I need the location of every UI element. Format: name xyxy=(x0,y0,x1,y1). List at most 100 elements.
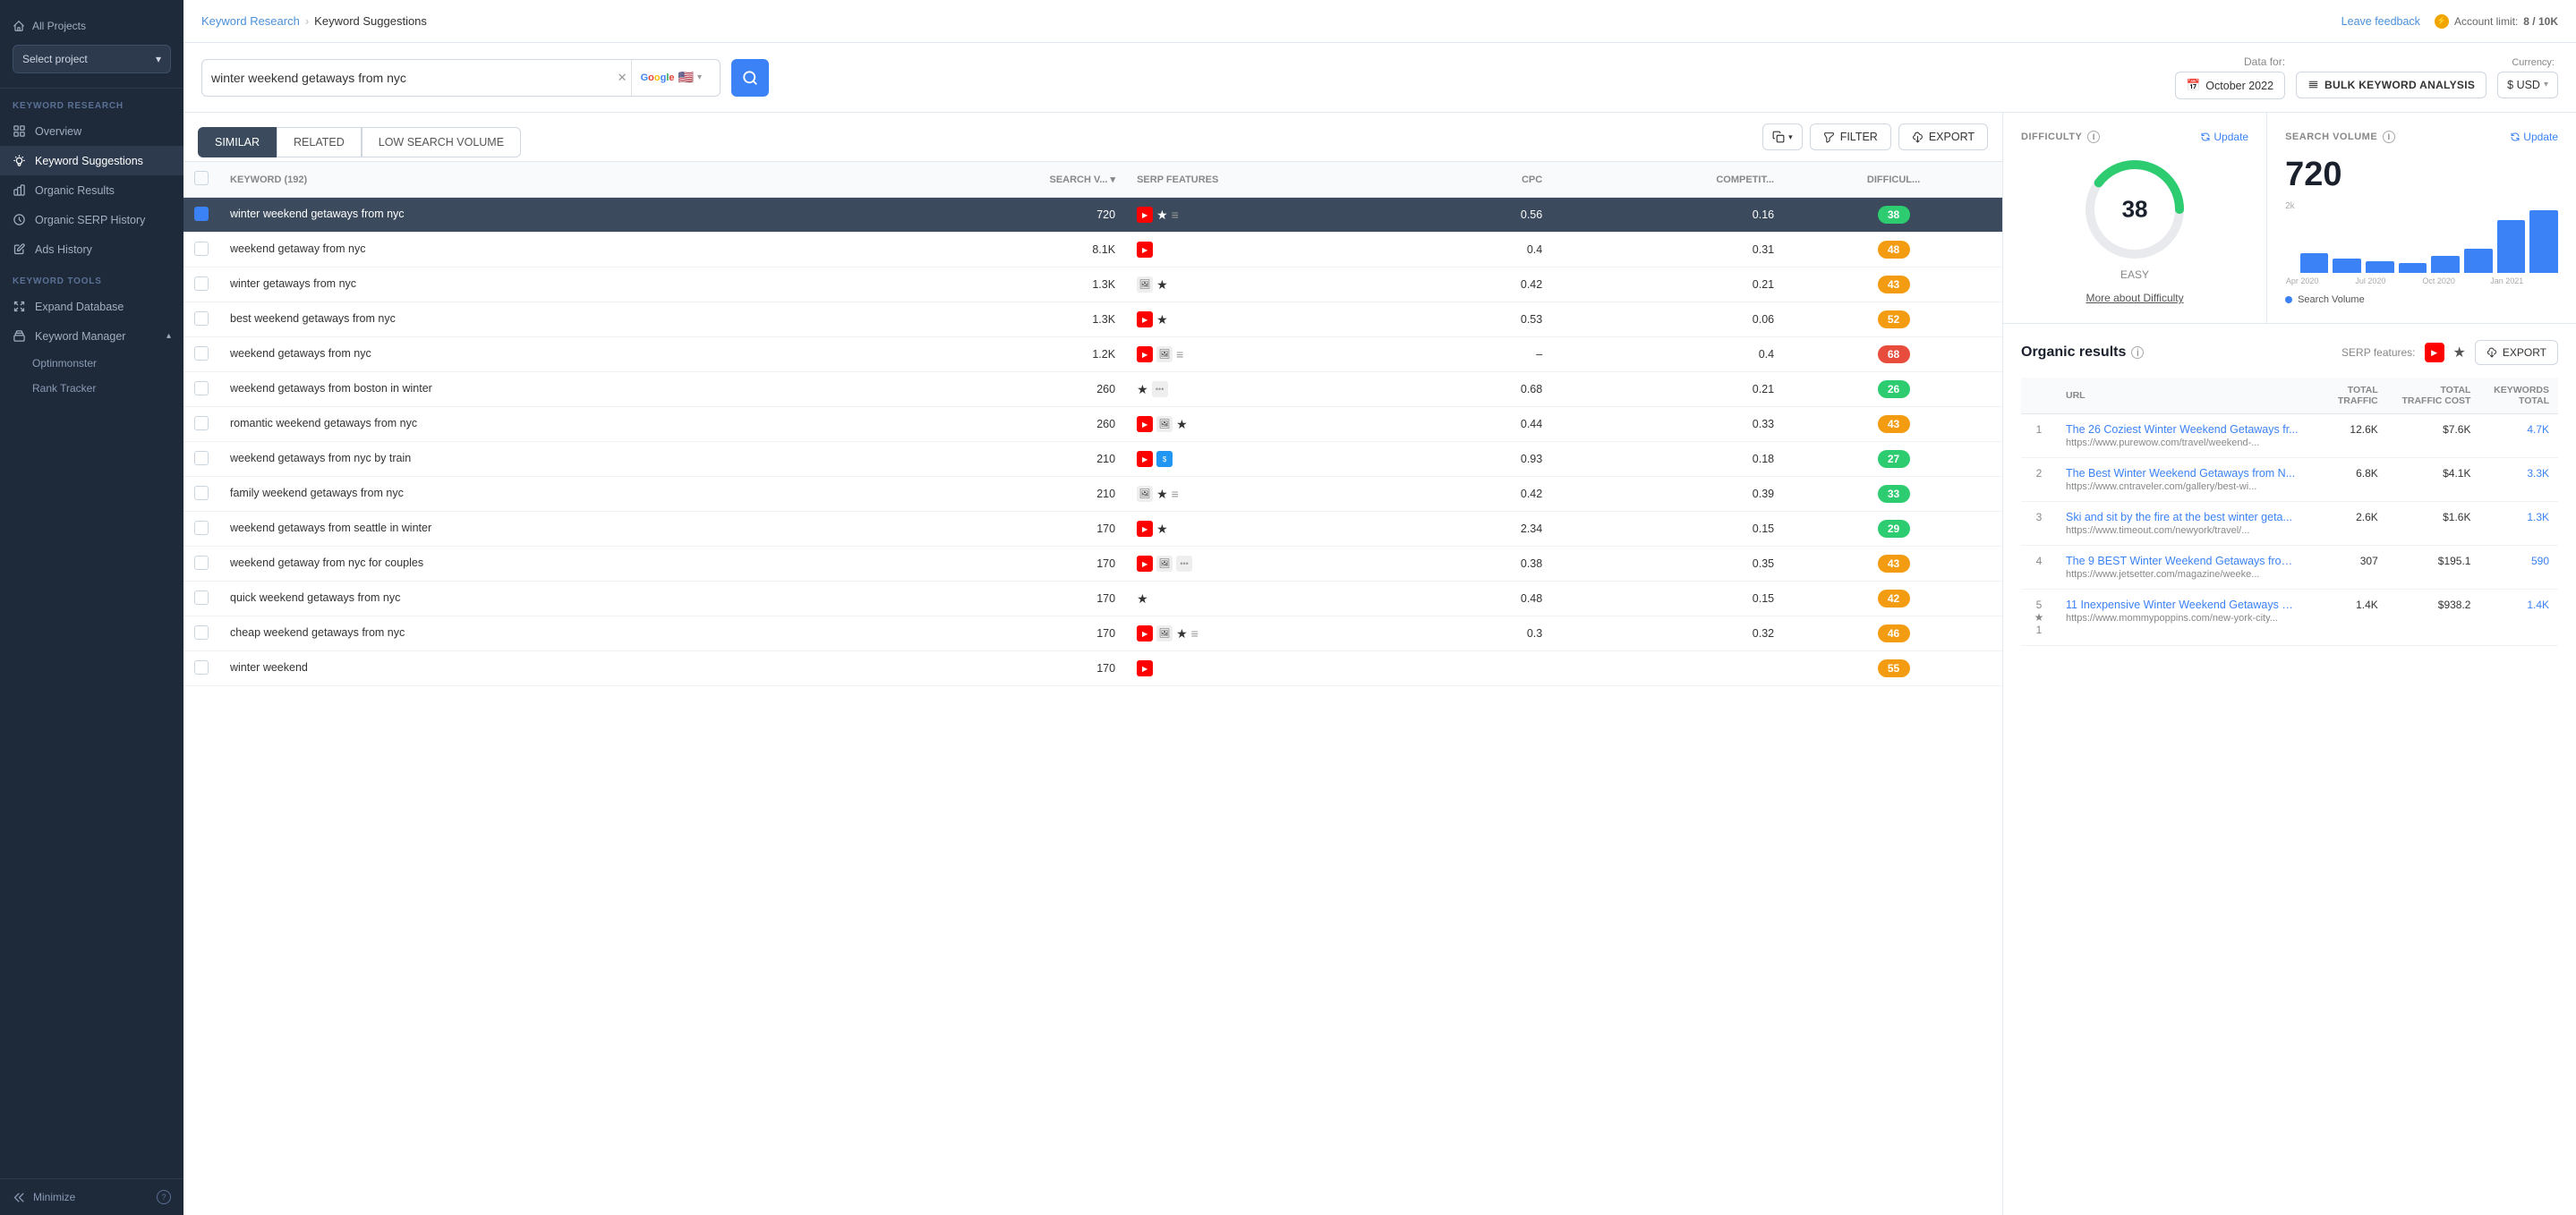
table-row[interactable]: weekend getaway from nyc 8.1K ▶ 0.4 0.31… xyxy=(183,233,2002,268)
organic-keywords-cell[interactable]: 1.3K xyxy=(2479,502,2558,546)
serp-features-cell: ▶$ xyxy=(1126,442,1427,477)
history-icon xyxy=(13,213,26,226)
table-row[interactable]: cheap weekend getaways from nyc 170 ▶🖼★≡… xyxy=(183,616,2002,651)
minimize-button[interactable]: Minimize ? xyxy=(0,1178,183,1215)
col-keywords-total: KEYWORDS TOTAL xyxy=(2479,378,2558,414)
keyword-cell: winter getaways from nyc xyxy=(219,268,871,302)
bar-x-label xyxy=(2387,276,2421,285)
row-checkbox[interactable] xyxy=(183,268,219,302)
export-button[interactable]: EXPORT xyxy=(1898,123,1988,150)
row-checkbox[interactable] xyxy=(183,582,219,616)
table-row[interactable]: winter weekend getaways from nyc 720 ▶★≡… xyxy=(183,198,2002,233)
organic-url-title[interactable]: 11 Inexpensive Winter Weekend Getaways N… xyxy=(2066,599,2299,611)
search-engine-selector[interactable]: Google 🇺🇸 ▾ xyxy=(631,60,711,96)
keyword-cell: winter weekend xyxy=(219,651,871,686)
sidebar-item-organic-serp-history[interactable]: Organic SERP History xyxy=(0,205,183,234)
table-row[interactable]: weekend getaways from nyc by train 210 ▶… xyxy=(183,442,2002,477)
table-row[interactable]: quick weekend getaways from nyc 170 ★ 0.… xyxy=(183,582,2002,616)
bar xyxy=(2399,263,2427,273)
difficulty-cell: 26 xyxy=(1785,372,2002,407)
sidebar-sub-item-rank-tracker[interactable]: Rank Tracker xyxy=(0,376,183,401)
table-row[interactable]: winter getaways from nyc 1.3K 🖼★ 0.42 0.… xyxy=(183,268,2002,302)
organic-export-button[interactable]: EXPORT xyxy=(2475,340,2558,365)
legend-dot xyxy=(2285,296,2292,303)
sidebar-item-keyword-manager[interactable]: Keyword Manager ▴ xyxy=(0,321,183,351)
currency-selector[interactable]: $ USD ▾ xyxy=(2497,72,2558,98)
sidebar-item-organic-results[interactable]: Organic Results xyxy=(0,175,183,205)
search-volume-update-link[interactable]: Update xyxy=(2510,131,2558,143)
organic-keywords-cell[interactable]: 3.3K xyxy=(2479,458,2558,502)
more-about-difficulty-link[interactable]: More about Difficulty xyxy=(2021,292,2248,304)
left-panel: SIMILAR RELATED LOW SEARCH VOLUME ▾ FILT… xyxy=(183,113,2003,1215)
row-checkbox[interactable] xyxy=(183,616,219,651)
row-checkbox[interactable] xyxy=(183,407,219,442)
sidebar-item-overview[interactable]: Overview xyxy=(0,116,183,146)
row-checkbox[interactable] xyxy=(183,512,219,547)
row-checkbox[interactable] xyxy=(183,651,219,686)
tab-low-search-volume[interactable]: LOW SEARCH VOLUME xyxy=(362,127,521,157)
table-row[interactable]: winter weekend 170 ▶ 55 xyxy=(183,651,2002,686)
all-projects-link[interactable]: All Projects xyxy=(13,14,171,38)
bar-x-label: Jul 2020 xyxy=(2353,276,2387,285)
tab-related[interactable]: RELATED xyxy=(277,127,362,157)
tab-similar[interactable]: SIMILAR xyxy=(198,127,277,157)
row-checkbox[interactable] xyxy=(183,233,219,268)
filter-button[interactable]: FILTER xyxy=(1810,123,1891,150)
competition-cell: 0.32 xyxy=(1553,616,1785,651)
column-search-volume[interactable]: SEARCH V... ▾ xyxy=(871,162,1126,198)
clear-search-button[interactable]: ✕ xyxy=(614,67,631,89)
organic-keywords-cell[interactable]: 4.7K xyxy=(2479,414,2558,458)
star-serp-icon[interactable]: ★ xyxy=(2453,344,2466,361)
organic-url-title[interactable]: The 26 Coziest Winter Weekend Getaways f… xyxy=(2066,423,2299,436)
row-checkbox[interactable] xyxy=(183,477,219,512)
sidebar-sub-item-optinmonster[interactable]: Optinmonster xyxy=(0,351,183,376)
search-input[interactable] xyxy=(211,71,614,85)
select-all-checkbox-header[interactable] xyxy=(183,162,219,198)
cpc-cell: 0.42 xyxy=(1427,477,1553,512)
row-checkbox[interactable] xyxy=(183,302,219,337)
search-volume-cell: 1.2K xyxy=(871,337,1126,372)
keyword-cell: weekend getaway from nyc for couples xyxy=(219,547,871,582)
youtube-serp-icon[interactable]: ▶ xyxy=(2425,343,2444,362)
project-select[interactable]: Select project ▾ xyxy=(13,45,171,73)
breadcrumb-root[interactable]: Keyword Research xyxy=(201,14,300,28)
sidebar-item-expand-database[interactable]: Expand Database xyxy=(0,292,183,321)
column-keyword[interactable]: KEYWORD (192) xyxy=(219,162,871,198)
keyword-cell: weekend getaways from seattle in winter xyxy=(219,512,871,547)
table-row[interactable]: weekend getaway from nyc for couples 170… xyxy=(183,547,2002,582)
table-row[interactable]: best weekend getaways from nyc 1.3K ▶★ 0… xyxy=(183,302,2002,337)
row-checkbox[interactable] xyxy=(183,198,219,233)
organic-info-icon[interactable]: i xyxy=(2131,346,2144,359)
bulk-keyword-analysis-button[interactable]: BULK KEYWORD ANALYSIS xyxy=(2296,72,2486,98)
organic-url-title[interactable]: The Best Winter Weekend Getaways from N.… xyxy=(2066,467,2299,480)
sidebar-item-ads-history[interactable]: Ads History xyxy=(0,234,183,264)
copy-button[interactable]: ▾ xyxy=(1762,123,1803,150)
row-checkbox[interactable] xyxy=(183,547,219,582)
row-checkbox[interactable] xyxy=(183,337,219,372)
column-cpc[interactable]: CPC xyxy=(1427,162,1553,198)
column-competition[interactable]: COMPETIT... xyxy=(1553,162,1785,198)
organic-keywords-cell[interactable]: 1.4K xyxy=(2479,590,2558,646)
difficulty-cell: 55 xyxy=(1785,651,2002,686)
table-row[interactable]: romantic weekend getaways from nyc 260 ▶… xyxy=(183,407,2002,442)
difficulty-cell: 33 xyxy=(1785,477,2002,512)
table-row[interactable]: weekend getaways from boston in winter 2… xyxy=(183,372,2002,407)
search-button[interactable] xyxy=(731,59,769,97)
table-row[interactable]: family weekend getaways from nyc 210 🖼★≡… xyxy=(183,477,2002,512)
table-row[interactable]: weekend getaways from nyc 1.2K ▶🖼≡ – 0.4… xyxy=(183,337,2002,372)
row-checkbox[interactable] xyxy=(183,372,219,407)
difficulty-info-icon[interactable]: i xyxy=(2087,131,2100,143)
search-volume-info-icon[interactable]: i xyxy=(2383,131,2395,143)
difficulty-update-link[interactable]: Update xyxy=(2200,131,2248,143)
date-selector-button[interactable]: 📅 October 2022 xyxy=(2175,72,2285,99)
organic-url-title[interactable]: Ski and sit by the fire at the best wint… xyxy=(2066,511,2299,523)
column-difficulty[interactable]: DIFFICUL... xyxy=(1785,162,2002,198)
leave-feedback-link[interactable]: Leave feedback xyxy=(2341,15,2420,28)
organic-url-title[interactable]: The 9 BEST Winter Weekend Getaways from … xyxy=(2066,555,2299,567)
row-checkbox[interactable] xyxy=(183,442,219,477)
table-row[interactable]: weekend getaways from seattle in winter … xyxy=(183,512,2002,547)
organic-keywords-cell[interactable]: 590 xyxy=(2479,546,2558,590)
sidebar-item-keyword-suggestions[interactable]: Keyword Suggestions xyxy=(0,146,183,175)
col-total-traffic: TOTAL TRAFFIC xyxy=(2324,378,2386,414)
chart-legend: Search Volume xyxy=(2285,294,2558,305)
